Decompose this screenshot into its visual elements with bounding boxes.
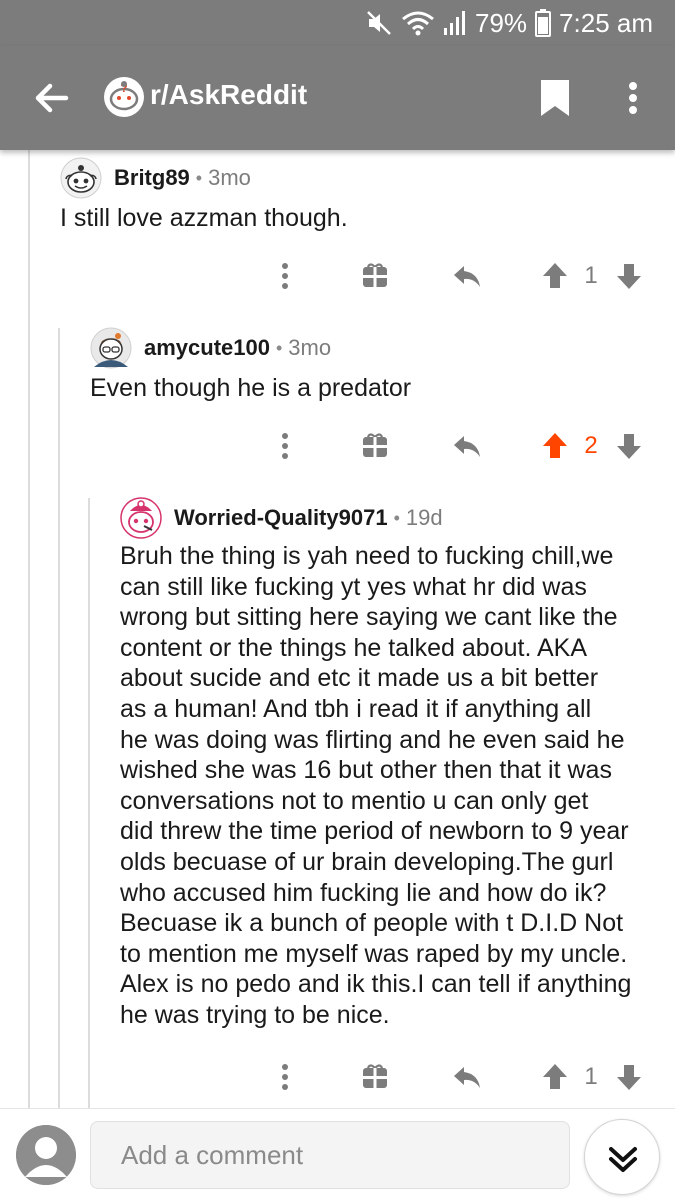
comment-line: he was trying to be nice. xyxy=(120,1000,390,1029)
comment-line: wrong but sitting here saying we cant li… xyxy=(120,603,618,632)
comment-body: I still love azzman though. xyxy=(60,204,348,232)
upvote-icon[interactable] xyxy=(540,426,570,466)
comment-header: Worried-Quality9071 • 19d xyxy=(120,497,443,539)
avatar[interactable] xyxy=(60,157,102,199)
subreddit-icon[interactable]: ? xyxy=(104,77,144,117)
mute-icon xyxy=(365,9,393,37)
comment-age: 19d xyxy=(405,505,443,530)
downvote-icon[interactable] xyxy=(614,256,644,296)
bookmark-icon[interactable] xyxy=(538,78,572,118)
app-bar: ? r/AskReddit xyxy=(0,46,675,150)
comment-line: who accused him fucking lie and how do i… xyxy=(120,878,607,907)
award-icon[interactable] xyxy=(360,426,390,466)
upvote-icon[interactable] xyxy=(540,256,570,296)
vote-score: 1 xyxy=(584,1063,598,1090)
more-icon[interactable] xyxy=(279,1057,291,1097)
jump-down-button[interactable] xyxy=(584,1119,660,1195)
add-comment-input[interactable]: Add a comment xyxy=(90,1121,570,1189)
comment-actions: 1 xyxy=(0,256,675,296)
comment-line: to mention me myself was raped by my unc… xyxy=(120,939,628,968)
status-bar: 79% 7:25 am xyxy=(0,0,675,46)
comment-line: Alex is no pedo and ik this.I can tell i… xyxy=(120,970,632,999)
more-icon[interactable] xyxy=(279,426,291,466)
back-arrow-icon[interactable] xyxy=(30,76,74,120)
vote-score: 1 xyxy=(584,262,598,289)
comment-line: he was doing was flirting and he even sa… xyxy=(120,725,625,754)
double-chevron-down-icon xyxy=(609,1147,637,1172)
award-icon[interactable] xyxy=(360,1057,390,1097)
comment-line: did threw the time period of newborn to … xyxy=(120,817,629,846)
comment-age: 3mo xyxy=(288,335,332,360)
comment-line: Bruh the thing is yah need to fucking ch… xyxy=(120,542,614,570)
comment-author[interactable]: Worried-Quality9071 xyxy=(174,505,388,531)
reply-icon[interactable] xyxy=(450,256,484,296)
user-avatar[interactable] xyxy=(16,1125,76,1185)
comment-composer-bar: Add a comment xyxy=(0,1108,675,1200)
award-icon[interactable] xyxy=(360,256,390,296)
reply-icon[interactable] xyxy=(450,1057,484,1097)
comment-line: about sucide and etc it made us a bit be… xyxy=(120,664,599,693)
signal-icon xyxy=(443,10,467,36)
clock: 7:25 am xyxy=(559,7,653,38)
comment-line: can still like fucking yt yes what hr di… xyxy=(120,572,587,601)
comment-line: conversations not to mentio u can only g… xyxy=(120,786,589,815)
comment-body: Even though he is a predator xyxy=(90,374,412,402)
upvote-icon[interactable] xyxy=(540,1057,570,1097)
comment-actions: 1 xyxy=(0,1057,675,1097)
subreddit-name[interactable]: r/AskReddit xyxy=(150,79,307,111)
vote-score: 2 xyxy=(584,432,598,459)
comment-line: wished she was 16 but other then that it… xyxy=(120,756,612,785)
separator-dot: • xyxy=(195,167,203,188)
battery-icon xyxy=(535,9,552,37)
comment-header: amycute100 • 3mo xyxy=(90,327,331,369)
battery-percent: 79% xyxy=(475,7,528,38)
comment-actions: 2 xyxy=(0,426,675,466)
comment-line: content or the things he talked about. A… xyxy=(120,633,587,662)
comment-age: 3mo xyxy=(208,165,251,190)
comment-line: Becuase ik a bunch of people with t D.I.… xyxy=(120,909,624,938)
avatar[interactable] xyxy=(120,497,162,539)
comment-header: Britg89 • 3mo xyxy=(60,157,251,199)
comment-body: Bruh the thing is yah need to fucking ch… xyxy=(120,541,665,1031)
separator-dot: • xyxy=(275,337,283,358)
downvote-icon[interactable] xyxy=(614,1057,644,1097)
avatar[interactable] xyxy=(90,327,132,369)
comment-author[interactable]: amycute100 xyxy=(144,335,270,361)
separator-dot: • xyxy=(393,507,400,528)
more-options-icon[interactable] xyxy=(618,76,648,120)
thread-line[interactable] xyxy=(88,498,90,1108)
more-icon[interactable] xyxy=(279,256,291,296)
comment-author[interactable]: Britg89 xyxy=(114,165,190,191)
comment-line: olds becuase of ur brain developing.The … xyxy=(120,847,614,876)
reply-icon[interactable] xyxy=(450,426,484,466)
wifi-icon xyxy=(401,9,435,37)
comment-line: as a human! And tbh i read it if anythin… xyxy=(120,694,592,723)
downvote-icon[interactable] xyxy=(614,426,644,466)
